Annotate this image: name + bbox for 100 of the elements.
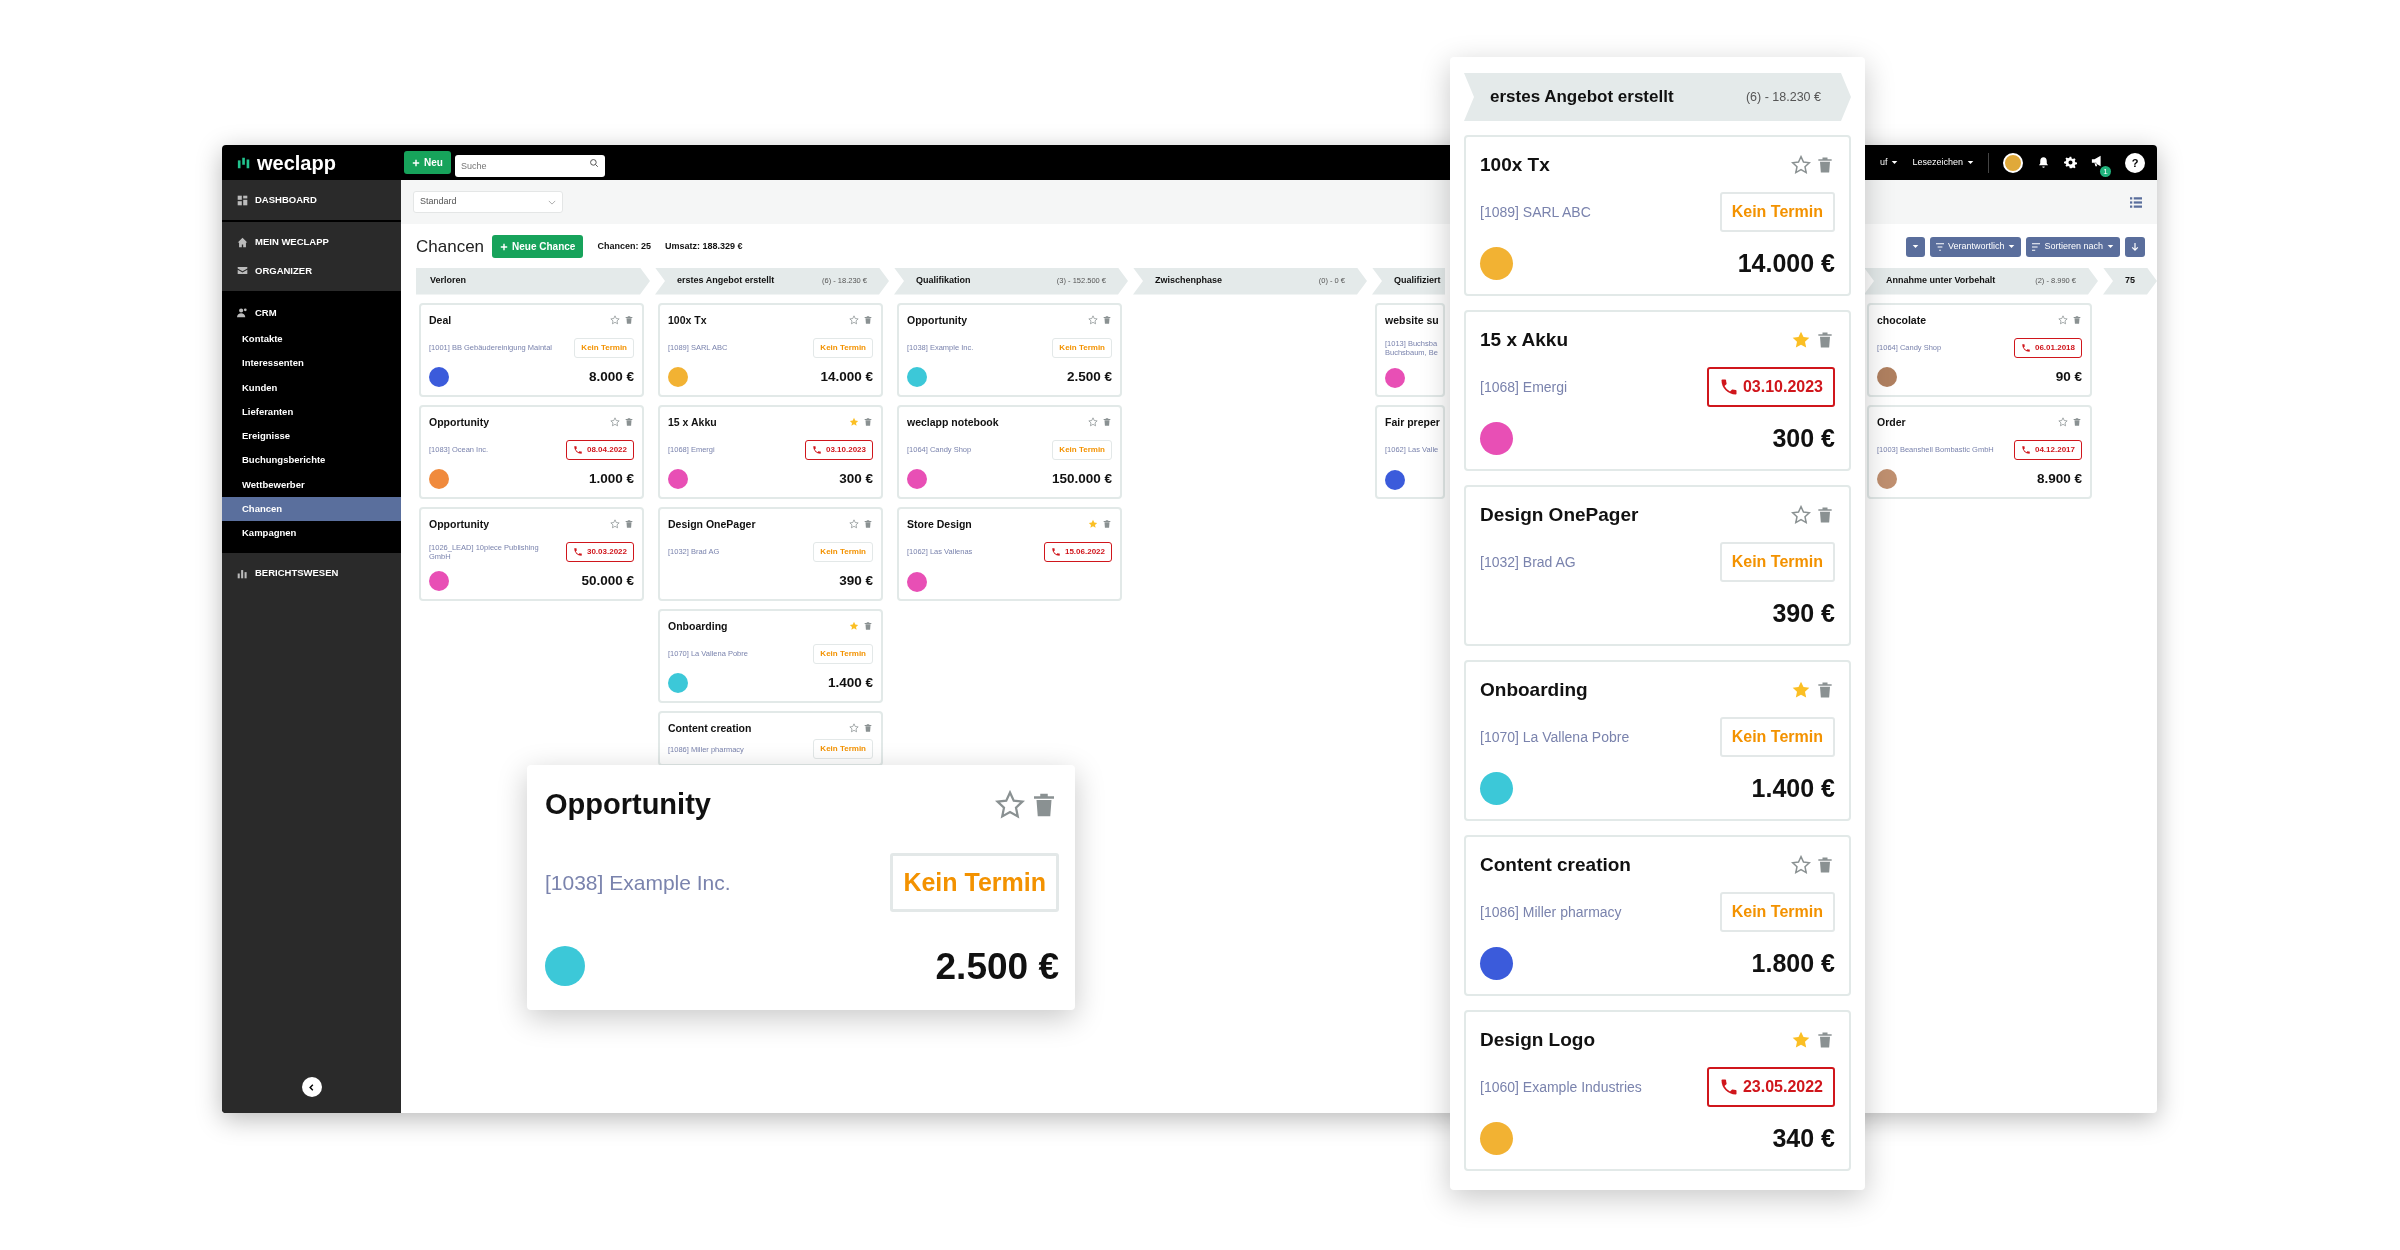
card-title: 15 x Akku	[668, 414, 717, 430]
stage-name: erstes Angebot erstellt	[677, 274, 775, 288]
star-icon[interactable]	[1791, 855, 1811, 876]
star-icon[interactable]	[849, 417, 859, 428]
opportunity-card[interactable]: Design OnePager [1032] Brad AG Kein Termin 390 €	[1464, 485, 1851, 646]
sort-dropdown[interactable]: Sortieren nach	[2026, 236, 2120, 257]
stage-name: Verloren	[430, 274, 467, 288]
trash-icon[interactable]	[1815, 330, 1835, 351]
user-avatar[interactable]	[2003, 152, 2023, 173]
amount: 390 €	[839, 572, 873, 591]
card-title: Design OnePager	[1480, 503, 1639, 527]
sidebar-item[interactable]: Ereignisse	[222, 424, 401, 449]
star-icon[interactable]	[1791, 505, 1811, 526]
sidebar-item[interactable]: Interessenten	[222, 351, 401, 376]
phone-icon	[1050, 546, 1061, 557]
trash-icon[interactable]	[1815, 505, 1835, 526]
amount: 14.000 €	[820, 368, 873, 387]
opportunity-card[interactable]: Onboarding [1070] La Vallena Pobre Kein Termin 1.400 €	[1464, 660, 1851, 821]
opportunity-card[interactable]: Design Logo [1060] Example Industries 23.05.2022 340 €	[1464, 1010, 1851, 1171]
star-icon[interactable]	[2058, 315, 2068, 326]
star-icon[interactable]	[849, 723, 859, 734]
trash-icon[interactable]	[1102, 519, 1112, 530]
amount: 390 €	[1772, 597, 1835, 629]
trash-icon[interactable]	[2072, 315, 2082, 326]
trash-icon[interactable]	[863, 315, 873, 326]
sidebar-item[interactable]: Lieferanten	[222, 399, 401, 424]
star-icon[interactable]	[995, 789, 1025, 820]
trash-icon[interactable]	[1815, 855, 1835, 876]
star-icon[interactable]	[610, 315, 620, 326]
trash-icon[interactable]	[863, 519, 873, 530]
help-button[interactable]: ?	[2125, 152, 2145, 173]
appointment-badge[interactable]: 23.05.2022	[1706, 1067, 1835, 1107]
sidebar-item[interactable]: ORGANIZER	[222, 256, 401, 285]
appointment-badge[interactable]: 06.01.2018	[2013, 337, 2082, 358]
appointment-badge[interactable]: 08.04.2022	[565, 439, 634, 460]
star-icon[interactable]	[1791, 155, 1811, 176]
appointment-badge[interactable]: 03.10.2023	[1706, 367, 1835, 407]
filter-dropdown[interactable]: Verantwortlich	[1929, 236, 2022, 257]
settings-icon[interactable]	[2064, 156, 2077, 169]
sidebar-item[interactable]: Kontakte	[222, 327, 401, 352]
trash-icon[interactable]	[1815, 680, 1835, 701]
sidebar-item[interactable]: Kampagnen	[222, 521, 401, 546]
trash-icon[interactable]	[1815, 155, 1835, 176]
caret-icon	[1911, 244, 1919, 250]
sidebar-item[interactable]: Buchungsberichte	[222, 448, 401, 473]
appointment-badge[interactable]: 03.10.2023	[804, 439, 873, 460]
trash-icon[interactable]	[1102, 315, 1112, 326]
card-title: Opportunity	[429, 414, 490, 430]
star-icon[interactable]	[849, 621, 859, 632]
star-icon[interactable]	[1088, 519, 1098, 530]
appointment-badge[interactable]: 30.03.2022	[565, 541, 634, 562]
bell-icon[interactable]	[2037, 156, 2050, 169]
view-select[interactable]: Standard	[413, 191, 563, 213]
amount: 300 €	[839, 470, 873, 489]
appointment-date: 04.12.2017	[2034, 443, 2075, 456]
trash-icon[interactable]	[624, 417, 634, 428]
sidebar-item[interactable]: BERICHTSWESEN	[222, 559, 401, 588]
star-icon[interactable]	[610, 417, 620, 428]
trash-icon[interactable]	[863, 723, 873, 734]
dropdown-button[interactable]	[1905, 236, 1925, 257]
trash-icon[interactable]	[1815, 1030, 1835, 1051]
appointment-badge[interactable]: 15.06.2022	[1043, 541, 1112, 562]
opportunity-card[interactable]: 15 x Akku [1068] Emergi 03.10.2023 300 €	[1464, 310, 1851, 471]
star-icon[interactable]	[1088, 315, 1098, 326]
sidebar-item[interactable]: Wettbewerber	[222, 472, 401, 497]
trash-icon[interactable]	[624, 315, 634, 326]
star-icon[interactable]	[2058, 417, 2068, 428]
appointment-date: 03.10.2023	[825, 443, 866, 456]
trash-icon[interactable]	[863, 417, 873, 428]
appointment-date: 30.03.2022	[586, 545, 627, 558]
card-title: Content creation	[1480, 853, 1631, 877]
star-icon[interactable]	[849, 519, 859, 530]
card-title: Design OnePager	[668, 516, 756, 532]
trash-icon[interactable]	[624, 519, 634, 530]
menu-dropdown[interactable]: uf	[1879, 155, 1899, 170]
menu-dropdown[interactable]: Lesezeichen	[1912, 155, 1974, 170]
download-button[interactable]	[2125, 236, 2145, 257]
star-icon[interactable]	[610, 519, 620, 530]
sidebar-item[interactable]: MEIN WECLAPP	[222, 228, 401, 257]
sidebar-item[interactable]: Chancen	[222, 496, 401, 521]
card-title: 15 x Akku	[1480, 328, 1568, 352]
sidebar-item[interactable]: CRM	[222, 298, 401, 327]
trash-icon[interactable]	[863, 621, 873, 632]
search-field[interactable]: Suche	[454, 154, 605, 177]
appointment-badge[interactable]: 04.12.2017	[2013, 439, 2082, 460]
trash-icon[interactable]	[2072, 417, 2082, 428]
sidebar-item[interactable]: Kunden	[222, 375, 401, 400]
opportunity-card[interactable]: Content creation [1086] Miller pharmacy Kein Termin 1.800 €	[1464, 835, 1851, 996]
opportunity-card[interactable]: 100x Tx [1089] SARL ABC Kein Termin 14.000 €	[1464, 135, 1851, 296]
collapse-button[interactable]	[301, 1077, 322, 1097]
arrow-down-icon	[2131, 241, 2139, 252]
star-icon[interactable]	[849, 315, 859, 326]
list-view-icon[interactable]	[2130, 196, 2142, 208]
caret-icon	[2107, 244, 2114, 250]
opportunity-card[interactable]: Opportunity [1038] Example Inc. Kein Termin 2.500 €	[527, 765, 1075, 1010]
card-title: Fair preper	[1385, 414, 1440, 430]
search-icon[interactable]	[588, 157, 599, 168]
star-icon[interactable]	[1088, 417, 1098, 428]
card-title: Deal	[429, 312, 452, 328]
trash-icon[interactable]	[1102, 417, 1112, 428]
